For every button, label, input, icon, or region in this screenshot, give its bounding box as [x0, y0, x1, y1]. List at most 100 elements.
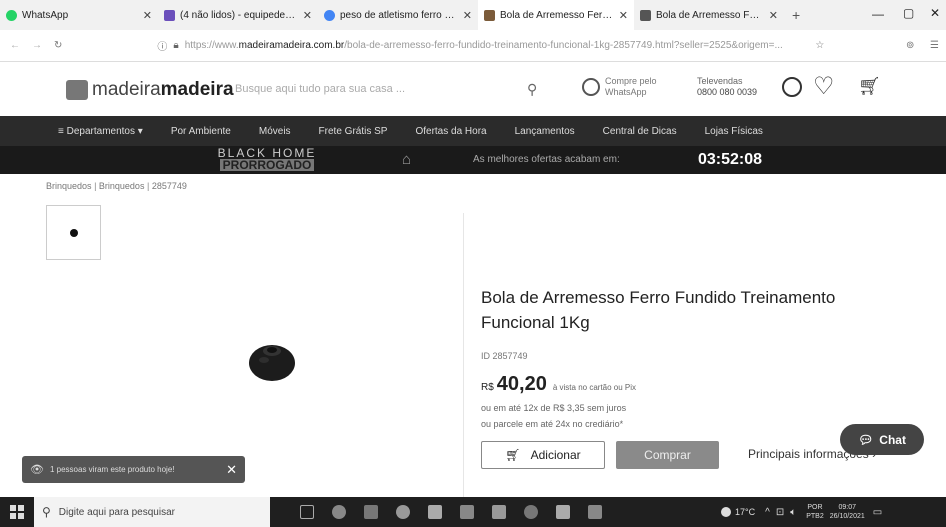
close-icon[interactable]: ✕: [463, 9, 472, 22]
account-icon[interactable]: [782, 77, 802, 97]
search-icon[interactable]: ⚲: [527, 81, 537, 98]
store-icon[interactable]: [556, 505, 570, 519]
tab-product-2[interactable]: Bola de Arremesso Ferro Fundi ✕: [634, 0, 784, 30]
tab-title: (4 não lidos) - equipedec@yah: [180, 9, 298, 21]
product-thumbnail[interactable]: [46, 205, 101, 260]
windows-taskbar: ⚲ Digite aqui para pesquisar 17°C ^ ⊡ 🔈︎…: [0, 497, 946, 527]
chat-icon: 💬︎: [858, 432, 874, 447]
language-indicator[interactable]: POR PTB2: [806, 503, 824, 521]
gallery-divider: [463, 213, 464, 497]
nav-free-shipping[interactable]: Frete Grátis SP: [305, 126, 402, 137]
browser-tab-bar: WhatsApp ✕ (4 não lidos) - equipedec@yah…: [0, 0, 946, 30]
nav-departments[interactable]: ≡ Departamentos ▾: [44, 126, 157, 137]
file-explorer-icon[interactable]: [428, 505, 442, 519]
lock-icon: 🔒︎: [173, 40, 179, 51]
maximize-icon[interactable]: ▢: [903, 6, 914, 20]
clock-time: 09:07: [838, 504, 856, 511]
close-icon[interactable]: ✕: [143, 9, 152, 22]
tray-chevron-icon[interactable]: ^: [765, 507, 770, 518]
search-icon: ⚲: [42, 505, 51, 519]
buy-button[interactable]: Comprar: [616, 441, 719, 469]
site-favicon-icon: [640, 9, 651, 21]
photos-icon[interactable]: [492, 505, 506, 519]
tab-google-search[interactable]: peso de atletismo ferro 1kg - Pe ✕: [318, 0, 478, 30]
heart-icon[interactable]: ♡: [813, 72, 835, 101]
taskbar-search-input[interactable]: ⚲ Digite aqui para pesquisar: [34, 497, 270, 527]
nav-furniture[interactable]: Móveis: [245, 126, 305, 137]
windows-start-icon[interactable]: [10, 505, 24, 519]
eye-icon: 👁︎: [30, 464, 44, 476]
price-row: R$ 40,20 à vista no cartão ou Pix: [481, 373, 636, 396]
tab-title: WhatsApp: [22, 9, 69, 21]
tab-title: peso de atletismo ferro 1kg - Pe: [340, 9, 458, 21]
close-icon[interactable]: ✕: [303, 9, 312, 22]
search-input[interactable]: Busque aqui tudo para sua casa ... ⚲: [235, 77, 555, 101]
promo-banner[interactable]: BLACK HOME PRORROGADO ⌂ As melhores ofer…: [0, 146, 946, 174]
info-icon[interactable]: ⓘ: [157, 38, 167, 53]
weather-temp[interactable]: 17°C: [735, 507, 755, 517]
nav-launches[interactable]: Lançamentos: [501, 126, 589, 137]
minimize-icon[interactable]: —: [872, 7, 884, 21]
black-home-badge: BLACK HOME PRORROGADO: [205, 147, 329, 173]
nav-offers[interactable]: Ofertas da Hora: [401, 126, 500, 137]
extensions-icon[interactable]: ☰: [930, 40, 939, 51]
badge-line2: PRORROGADO: [219, 159, 315, 171]
countdown-timer: 03:52:08: [698, 151, 763, 168]
house-icon: ⌂: [402, 151, 412, 168]
tab-product-active[interactable]: Bola de Arremesso Ferro Fundi ✕: [478, 0, 634, 30]
main-nav: ≡ Departamentos ▾ Por Ambiente Móveis Fr…: [0, 116, 946, 146]
new-tab-icon[interactable]: +: [792, 7, 800, 23]
site-header: madeira madeira Busque aqui tudo para sua…: [0, 62, 946, 116]
favorite-star-icon[interactable]: ☆: [815, 40, 824, 51]
chat-label: Chat: [879, 432, 906, 447]
forward-icon[interactable]: →: [32, 40, 42, 51]
collections-icon[interactable]: ⊚: [906, 40, 914, 51]
chrome-icon[interactable]: [332, 505, 346, 519]
google-icon: [324, 9, 335, 21]
product-title-line2: Funcional 1Kg: [481, 313, 590, 332]
url-field[interactable]: ⓘ 🔒︎ https://www. madeiramadeira.com.br/b…: [157, 38, 797, 53]
phone-label: Televendas: [697, 76, 743, 86]
close-icon[interactable]: ✕: [619, 9, 628, 22]
reload-icon[interactable]: ↻: [54, 40, 62, 51]
back-icon[interactable]: ←: [10, 40, 20, 51]
window-close-icon[interactable]: ✕: [930, 6, 940, 20]
edge-icon[interactable]: [396, 505, 410, 519]
weather-icon[interactable]: [721, 507, 731, 517]
whatsapp-link[interactable]: Compre pelo WhatsApp: [582, 76, 657, 98]
nav-tips[interactable]: Central de Dicas: [589, 126, 691, 137]
product-main-image[interactable]: [248, 340, 296, 382]
nav-stores[interactable]: Lojas Físicas: [691, 126, 777, 137]
toast-close-icon[interactable]: ✕: [226, 462, 237, 478]
product-title: Bola de Arremesso Ferro Fundido Treiname…: [481, 285, 835, 335]
cart-icon: 🛒︎: [505, 448, 521, 462]
task-view-icon[interactable]: [300, 505, 314, 519]
network-icon[interactable]: ⊡: [776, 507, 784, 518]
toast-text: 1 pessoas viram este produto hoje!: [49, 465, 175, 474]
phone-sales[interactable]: Televendas 0800 080 0039: [697, 76, 757, 98]
add-to-cart-button[interactable]: 🛒︎ Adicionar: [481, 441, 605, 469]
breadcrumb-item[interactable]: Brinquedos: [46, 181, 92, 191]
clock[interactable]: 09:07 26/10/2021: [830, 503, 865, 521]
whatsapp-icon: [6, 9, 17, 21]
breadcrumb-item[interactable]: Brinquedos: [99, 181, 145, 191]
tab-email[interactable]: (4 não lidos) - equipedec@yah ✕: [158, 0, 318, 30]
cart-icon[interactable]: 🛒︎: [858, 76, 881, 97]
close-icon[interactable]: ✕: [769, 9, 778, 22]
app-icon[interactable]: [588, 505, 602, 519]
site-logo[interactable]: madeira madeira: [66, 79, 234, 101]
clock-date: 26/10/2021: [829, 513, 865, 520]
url-domain: madeiramadeira.com.br: [238, 40, 345, 51]
browser-icon[interactable]: [524, 505, 538, 519]
breadcrumb-item: 2857749: [151, 181, 187, 191]
notifications-icon[interactable]: ▭: [873, 507, 882, 518]
mail-icon[interactable]: [364, 505, 378, 519]
chat-button[interactable]: 💬︎ Chat: [840, 424, 924, 455]
volume-icon[interactable]: 🔈︎: [790, 507, 796, 518]
installment-line-2: ou parcele em até 24x no crediário*: [481, 419, 624, 429]
tab-whatsapp[interactable]: WhatsApp ✕: [0, 0, 158, 30]
taskbar-search-placeholder: Digite aqui para pesquisar: [58, 506, 175, 518]
nav-by-room[interactable]: Por Ambiente: [157, 126, 245, 137]
logo-text-bold: madeira: [160, 79, 234, 100]
excel-icon[interactable]: [460, 505, 474, 519]
